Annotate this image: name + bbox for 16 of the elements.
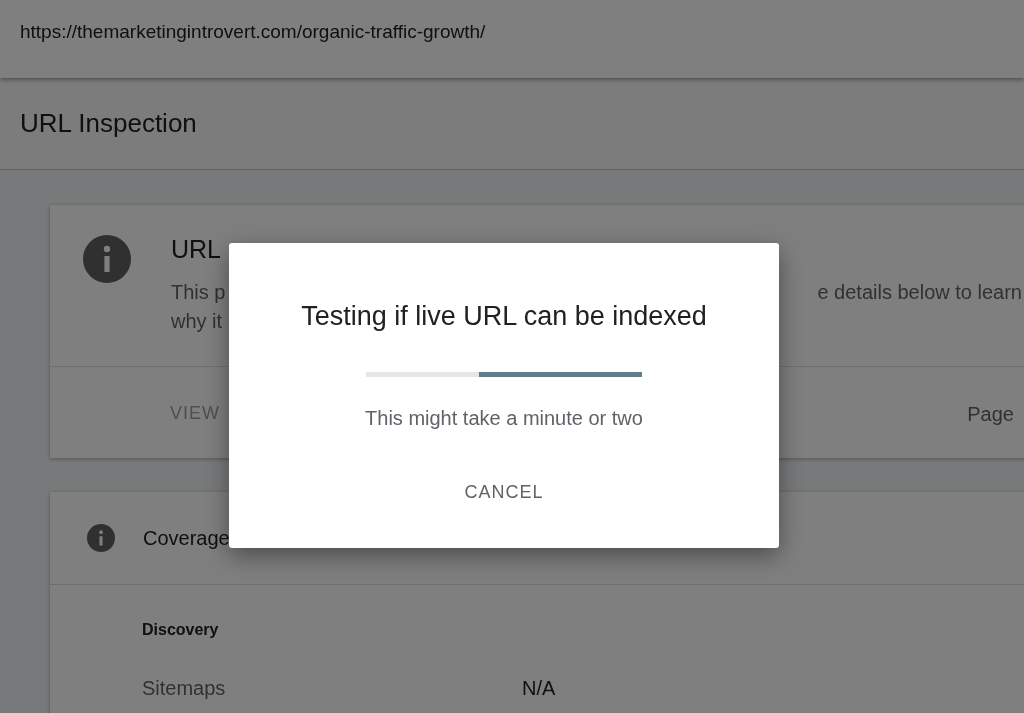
dialog-title: Testing if live URL can be indexed bbox=[301, 301, 707, 332]
info-icon bbox=[83, 235, 131, 283]
coverage-label[interactable]: Coverage bbox=[143, 526, 230, 550]
field-value: N/A bbox=[522, 677, 556, 700]
dialog-message: This might take a minute or two bbox=[365, 407, 643, 430]
field-label: Sitemaps bbox=[142, 677, 227, 700]
card-description: why it bbox=[171, 309, 223, 334]
card-description: This p bbox=[171, 280, 226, 305]
card-title: URL bbox=[171, 235, 222, 264]
page-label: Page bbox=[967, 403, 1014, 426]
section-title: Discovery bbox=[142, 621, 220, 639]
cancel-button[interactable]: CANCEL bbox=[452, 474, 556, 511]
card-description: e details below to learn bbox=[817, 280, 1022, 305]
page-title: URL Inspection bbox=[20, 108, 197, 139]
page-url: https://themarketingintrovert.com/organic-traffic-growth/ bbox=[20, 21, 486, 43]
info-icon bbox=[87, 524, 115, 552]
